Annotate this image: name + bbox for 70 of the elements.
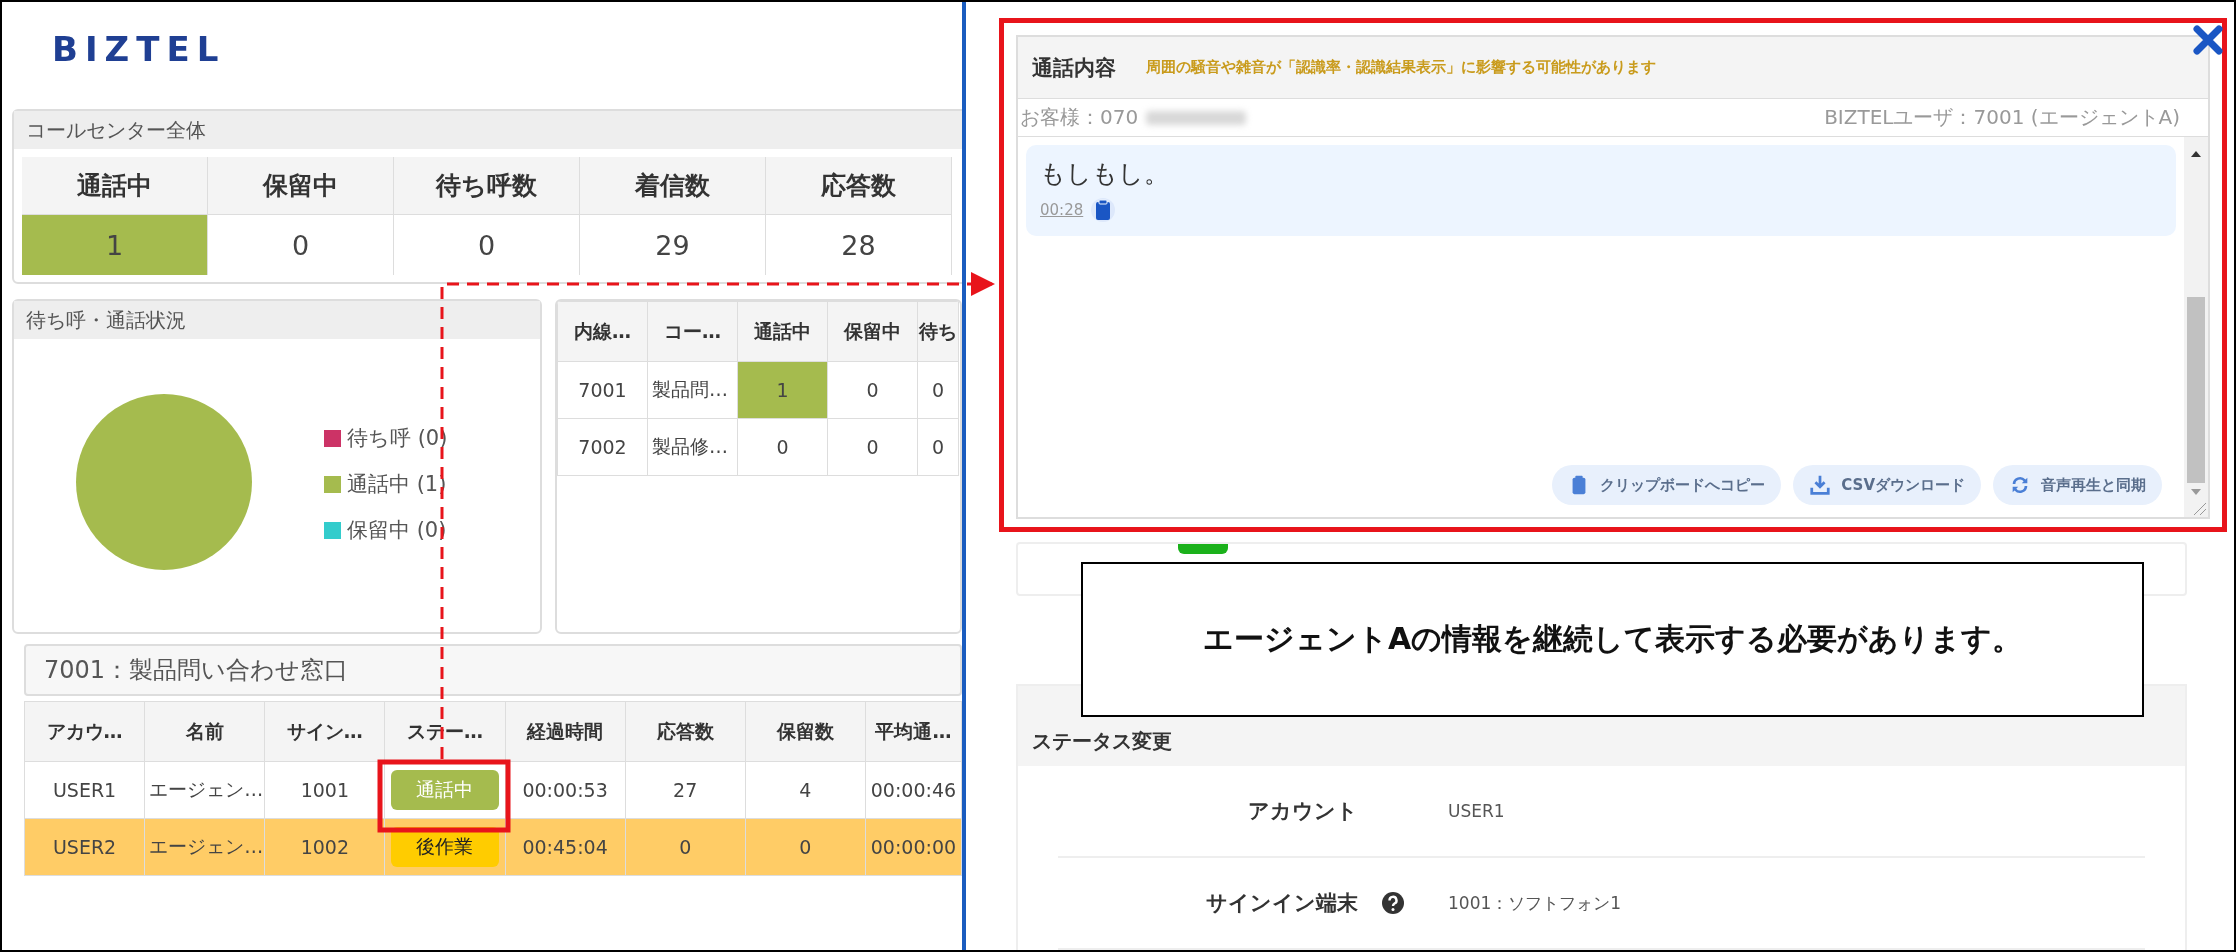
- table-cell: 製品問…: [647, 361, 738, 419]
- table-cell: 1: [22, 215, 207, 275]
- panel-title: コールセンター全体: [14, 111, 962, 149]
- action-button[interactable]: 音声再生と同期: [1993, 465, 2162, 505]
- table-cell: 27: [625, 761, 746, 819]
- download-icon: [1809, 474, 1832, 496]
- close-icon[interactable]: [2192, 24, 2224, 56]
- column-header: 通話中: [737, 301, 828, 362]
- table-cell-text: 0: [290, 228, 311, 263]
- panel-title: 待ち呼・通話状況: [14, 301, 540, 339]
- table-cell: 0: [625, 818, 746, 876]
- action-button[interactable]: CSVダウンロード: [1793, 465, 1981, 505]
- column-header: 経過時間: [505, 701, 626, 762]
- table-cell: 0: [827, 418, 918, 476]
- column-header: 保留中: [827, 301, 918, 362]
- field-value: 1001：ソフトフォン1: [1447, 891, 1623, 915]
- status-tag: [1178, 544, 1228, 554]
- column-header: サイン…: [264, 701, 385, 762]
- timestamp-link[interactable]: 00:28: [1040, 201, 1084, 219]
- table-cell: 0: [737, 418, 828, 476]
- table-cell: 0: [917, 361, 959, 419]
- help-icon[interactable]: [1381, 891, 1405, 915]
- table-cell: エージェン…: [144, 818, 265, 876]
- table-cell-text: 0: [476, 228, 497, 263]
- status-badge: 後作業: [390, 827, 499, 867]
- field-label: サインイン端末: [1206, 890, 1358, 917]
- column-header: 待ち呼数: [394, 157, 579, 215]
- table-cell: USER2: [24, 818, 145, 876]
- column-header: 待ち: [917, 301, 959, 362]
- table-cell: 00:45:04: [505, 818, 626, 876]
- table-cell: 0: [917, 418, 959, 476]
- table-cell: USER1: [24, 761, 145, 819]
- action-button[interactable]: クリップボードへコピー: [1552, 465, 1782, 505]
- table-cell: エージェン…: [144, 761, 265, 819]
- column-header: 平均通…: [865, 701, 962, 762]
- clipboard-icon[interactable]: [1091, 198, 1116, 222]
- field-label: アカウント: [1248, 798, 1358, 825]
- field-value: USER1: [1447, 801, 1506, 821]
- logo: BIZTEL: [52, 32, 226, 66]
- column-header: 保留中: [208, 157, 393, 215]
- table-cell-text: 28: [840, 228, 877, 263]
- callout-note: エージェントAの情報を継続して表示する必要があります。: [1081, 562, 2144, 717]
- warning-text: 周囲の騒音や雑音が「認識率・認識結果表示」に影響する可能性があります: [1146, 58, 1656, 77]
- column-header: コー…: [647, 301, 738, 362]
- column-header: 内線…: [557, 301, 648, 362]
- table-cell-text: 29: [654, 228, 691, 263]
- message-text: もしもし。: [1040, 158, 1170, 190]
- legend-label: 待ち呼 (0): [347, 425, 448, 452]
- column-header: アカウ…: [24, 701, 145, 762]
- column-header: 保留数: [745, 701, 866, 762]
- table-cell: 7002: [557, 418, 648, 476]
- customer-label: お客様：070: [1020, 104, 1139, 131]
- table-cell: 0: [745, 818, 866, 876]
- user-label: BIZTELユーザ：7001 (エージェントA): [1824, 104, 2180, 131]
- column-header: 着信数: [580, 157, 765, 215]
- table-cell: 0: [827, 361, 918, 419]
- column-header: 応答数: [766, 157, 951, 215]
- table-cell: 7001: [557, 361, 648, 419]
- column-header: 通話中: [22, 157, 207, 215]
- table-cell: 製品修…: [647, 418, 738, 476]
- status-badge: 通話中: [390, 770, 499, 810]
- table-cell: 1002: [264, 818, 385, 876]
- panel-title: 通話内容: [1032, 54, 1116, 82]
- table-cell: 00:00:46: [865, 761, 962, 819]
- table-cell: 1: [737, 361, 828, 419]
- queue-title: 7001：製品問い合わせ窓口: [24, 644, 962, 696]
- table-cell: 4: [745, 761, 866, 819]
- column-header: 名前: [144, 701, 265, 762]
- table-cell: 00:00:00: [865, 818, 962, 876]
- column-header: 応答数: [625, 701, 746, 762]
